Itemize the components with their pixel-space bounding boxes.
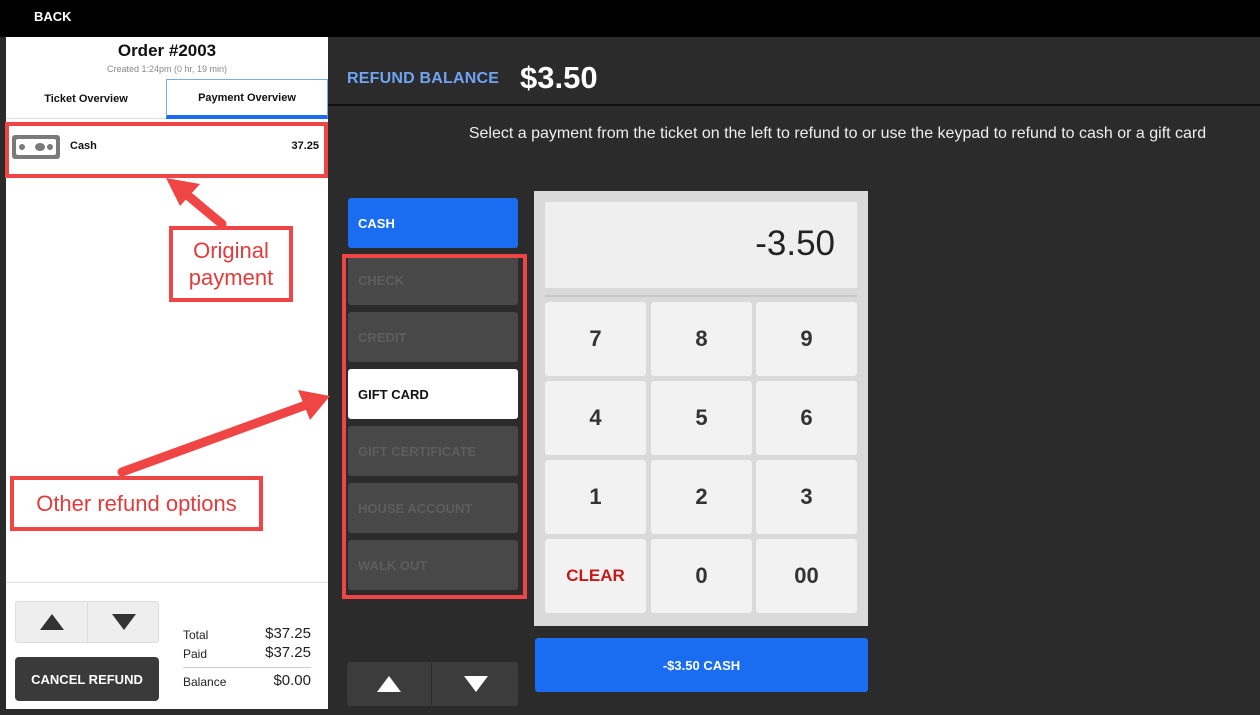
- ticket-scroll-controls: [15, 601, 159, 643]
- methods-scroll-down-button[interactable]: [433, 662, 518, 706]
- key-1[interactable]: 1: [545, 460, 646, 534]
- paid-label: Paid: [183, 647, 208, 661]
- overview-tabs: Ticket Overview Payment Overview: [6, 79, 328, 119]
- tab-ticket-overview[interactable]: Ticket Overview: [6, 79, 166, 119]
- refund-cash-button[interactable]: -$3.50 CASH: [535, 638, 868, 692]
- original-payment-highlight: [5, 122, 328, 178]
- arrow-down-icon: [463, 676, 488, 692]
- header-divider: [328, 104, 1260, 106]
- key-clear[interactable]: CLEAR: [545, 539, 646, 613]
- method-scroll-controls: [347, 662, 518, 706]
- key-6[interactable]: 6: [756, 381, 857, 455]
- refund-instructions: Select a payment from the ticket on the …: [468, 125, 1207, 142]
- amount-display-value: -3.50: [755, 224, 835, 263]
- totals-divider: [183, 667, 311, 668]
- scroll-up-button[interactable]: [16, 602, 88, 642]
- refund-balance-label: REFUND BALANCE: [347, 70, 500, 87]
- tab-payment-overview[interactable]: Payment Overview: [166, 79, 328, 119]
- arrow-up-icon: [39, 614, 64, 630]
- key-9[interactable]: 9: [756, 302, 857, 376]
- annotation-original-payment: Original payment: [169, 226, 293, 302]
- method-cash-button[interactable]: CASH: [348, 198, 518, 248]
- key-7[interactable]: 7: [545, 302, 646, 376]
- refund-balance-value: $3.50: [520, 60, 598, 95]
- key-00[interactable]: 00: [756, 539, 857, 613]
- balance-value: $0.00: [273, 672, 311, 689]
- ticket-footer: CANCEL REFUND Total $37.25 Paid $37.25 Bal…: [6, 582, 328, 709]
- other-options-highlight: [342, 254, 527, 599]
- key-4[interactable]: 4: [545, 381, 646, 455]
- order-created-time: Created 1:24pm (0 hr, 19 min): [106, 64, 228, 74]
- key-0[interactable]: 0: [651, 539, 752, 613]
- methods-scroll-up-button[interactable]: [347, 662, 432, 706]
- order-title: Order #2003: [117, 41, 217, 60]
- key-2[interactable]: 2: [651, 460, 752, 534]
- paid-value: $37.25: [265, 644, 311, 661]
- back-button[interactable]: BACK: [34, 9, 72, 24]
- total-value: $37.25: [265, 625, 311, 642]
- arrow-up-icon: [377, 676, 401, 692]
- top-bar: BACK: [0, 0, 1260, 37]
- amount-display: -3.50: [545, 202, 857, 288]
- annotation-other-refund-options: Other refund options: [10, 476, 263, 531]
- display-divider: [545, 295, 857, 297]
- balance-label: Balance: [183, 675, 227, 689]
- totals-summary: Total $37.25 Paid $37.25 Balance $0.00: [183, 625, 311, 691]
- cancel-refund-button[interactable]: CANCEL REFUND: [15, 657, 159, 701]
- arrow-down-icon: [112, 614, 136, 630]
- key-5[interactable]: 5: [651, 381, 752, 455]
- key-8[interactable]: 8: [651, 302, 752, 376]
- total-label: Total: [183, 628, 209, 642]
- keypad: -3.50 7 8 9 4 5 6 1 2 3 CLEAR 0 00: [534, 191, 868, 626]
- scroll-down-button[interactable]: [88, 602, 160, 642]
- key-3[interactable]: 3: [756, 460, 857, 534]
